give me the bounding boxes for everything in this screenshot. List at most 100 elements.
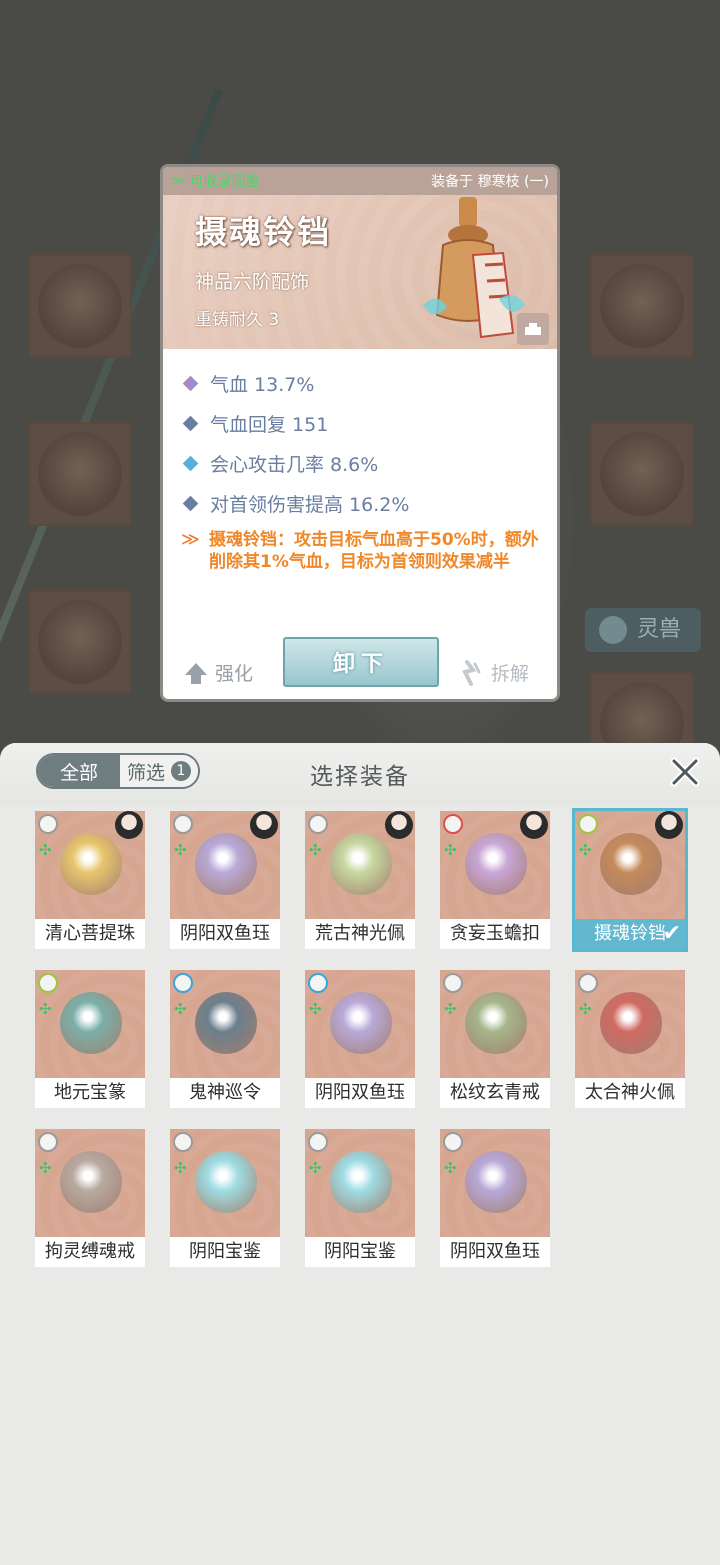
stat-diamond-icon [182,495,199,511]
stat-text: 对首领伤害提高 16.2% [210,493,410,516]
equipment-artwork: ✣ [35,811,145,919]
equip-slot-armor [28,422,132,526]
item-detail-card: ≫ 可收录图鉴 装备于 穆寒枝 (一) 摄魂铃铛 神品六阶配饰 重铸耐久 3 气… [160,164,560,702]
close-icon[interactable] [668,755,702,789]
lock-button[interactable] [517,313,549,345]
dismantle-button[interactable]: 拆解 [461,659,529,686]
equipment-artwork: ✣ [575,970,685,1078]
set-bonus-icon: ✣ [174,1159,187,1177]
equipment-tile[interactable]: ✣ 贪妄玉蟾扣 [440,811,550,949]
equipment-tile[interactable]: ✣ 鬼神巡令 [170,970,280,1108]
equipment-name: 太合神火佩 [575,1078,685,1108]
stat-diamond-icon [182,415,199,431]
equipment-art-icon [195,992,257,1054]
bell-artwork-icon [423,197,525,339]
stat-text: 气血 13.7% [210,373,315,396]
dismantle-icon [462,659,481,686]
set-bonus-icon: ✣ [444,1000,457,1018]
equipment-artwork: ✣ [305,970,415,1078]
panel-title: 选择装备 [310,764,410,790]
set-bonus-icon: ✣ [309,1000,322,1018]
set-bonus-icon: ✣ [444,1159,457,1177]
equipment-tile[interactable]: ✣ 清心菩提珠 [35,811,145,949]
equipment-artwork: ✣ [440,1129,550,1237]
special-effect-icon: ≫ [181,529,200,550]
stat-diamond-icon [182,455,199,471]
equip-slot-weapon [28,254,132,358]
equip-type-icon [443,814,463,834]
equipment-tile[interactable]: ✣ 荒古神光佩 [305,811,415,949]
owner-avatar [655,811,683,839]
special-effect: ≫ 摄魂铃铛：攻击目标气血高于50%时，额外削除其1%气血，目标为首领则效果减半 [181,529,551,573]
equipment-art-icon [60,833,122,895]
up-arrow-icon [185,662,207,684]
equip-slot-accessory-right [590,422,694,526]
equipment-name: 阴阳宝鉴 [305,1237,415,1267]
dismantle-label: 拆解 [491,663,530,685]
enhance-button[interactable]: 强化 [185,659,253,686]
equipment-art-icon [60,1151,122,1213]
equipped-on-label: 装备于 穆寒枝 (一) [431,174,549,190]
equip-type-icon [38,1132,58,1152]
stat-row: 气血回复 151 [181,403,551,443]
equipment-tile[interactable]: ✣ 地元宝篆 [35,970,145,1108]
equipment-tile[interactable]: ✣ 阴阳宝鉴 [305,1129,415,1267]
item-durability: 重铸耐久 3 [195,310,280,330]
equipment-tile[interactable]: ✣ 摄魂铃铛 ✔ [572,808,688,952]
equipment-tile[interactable]: ✣ 阴阳双鱼珏 [170,811,280,949]
equipment-art-icon [60,992,122,1054]
equip-slot-ring [590,254,694,358]
equipment-tile[interactable]: ✣ 阴阳双鱼珏 [305,970,415,1108]
equipment-artwork: ✣ [35,970,145,1078]
set-bonus-icon: ✣ [39,841,52,859]
equipment-artwork: ✣ [440,970,550,1078]
equip-type-icon [173,814,193,834]
equip-type-icon [173,973,193,993]
equipment-name: 清心菩提珠 [35,919,145,949]
equipment-art-icon [330,833,392,895]
stat-row: 气血 13.7% [181,363,551,403]
spirit-beast-button: 灵兽 [585,608,701,652]
equip-type-icon [173,1132,193,1152]
equipment-name: 拘灵缚魂戒 [35,1237,145,1267]
equipment-art-icon [600,833,662,895]
equipment-tile[interactable]: ✣ 阴阳双鱼珏 [440,1129,550,1267]
equipment-tile[interactable]: ✣ 阴阳宝鉴 [170,1129,280,1267]
equipment-art-icon [195,1151,257,1213]
set-bonus-icon: ✣ [579,841,592,859]
equip-slot-accessory-left [28,590,132,694]
equip-type-icon [38,973,58,993]
equipment-artwork: ✣ [305,811,415,919]
equipment-art-icon [330,1151,392,1213]
equipment-artwork: ✣ [170,970,280,1078]
equipment-name: 地元宝篆 [35,1078,145,1108]
equipment-name: 贪妄玉蟾扣 [440,919,550,949]
set-bonus-icon: ✣ [174,841,187,859]
equipment-name: 鬼神巡令 [170,1078,280,1108]
selected-check-icon: ✔ [662,921,681,946]
equip-type-icon [308,814,328,834]
collect-label: 可收录图鉴 [189,174,260,190]
equip-type-icon [443,1132,463,1152]
lock-icon [525,323,541,335]
equipment-artwork: ✣ [575,811,685,919]
owner-avatar [250,811,278,839]
equipment-artwork: ✣ [35,1129,145,1237]
item-actions: 强化 卸下 拆解 [163,633,557,699]
equipment-tile[interactable]: ✣ 拘灵缚魂戒 [35,1129,145,1267]
equipment-art-icon [465,1151,527,1213]
set-bonus-icon: ✣ [309,1159,322,1177]
equipment-tile[interactable]: ✣ 松纹玄青戒 [440,970,550,1108]
stat-text: 气血回复 151 [210,413,329,436]
item-detail-topbar: ≫ 可收录图鉴 装备于 穆寒枝 (一) [163,167,557,195]
stat-list: 气血 13.7% 气血回复 151 会心攻击几率 8.6% 对首领伤害提高 16… [181,363,551,573]
equip-type-icon [443,973,463,993]
equip-type-icon [38,814,58,834]
set-bonus-icon: ✣ [444,841,457,859]
enhance-label: 强化 [215,663,254,685]
equipment-artwork: ✣ [170,811,280,919]
item-grade: 神品六阶配饰 [195,271,310,293]
item-name: 摄魂铃铛 [195,213,332,251]
unequip-button[interactable]: 卸下 [283,637,439,687]
equipment-tile[interactable]: ✣ 太合神火佩 [575,970,685,1108]
